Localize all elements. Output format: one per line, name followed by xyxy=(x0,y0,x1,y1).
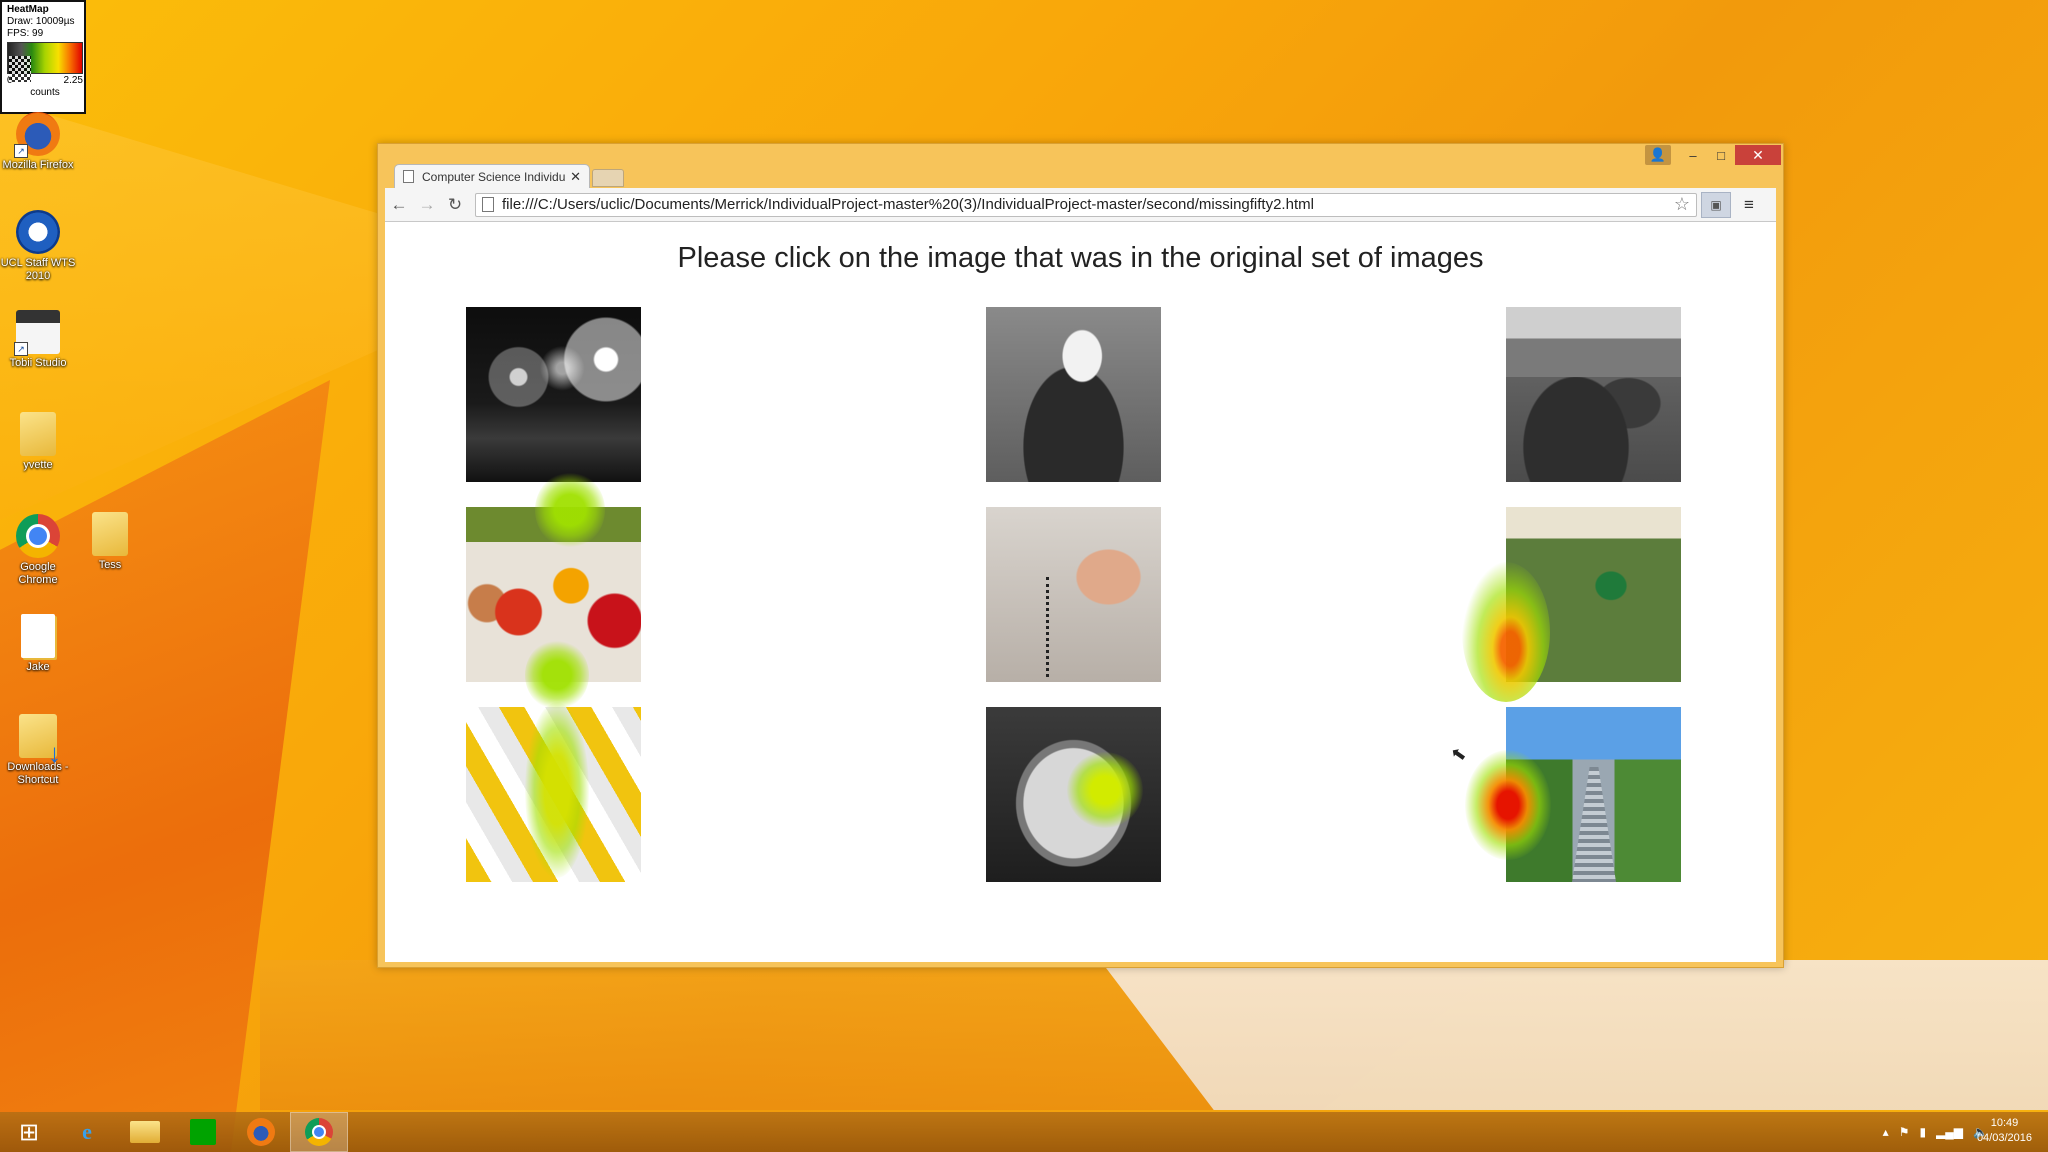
desktop-icon-chrome[interactable]: Google Chrome xyxy=(0,514,76,587)
desktop-icon-label: Tobii Studio xyxy=(9,357,67,369)
maximize-button[interactable]: □ xyxy=(1707,145,1735,165)
desktop-icon-jake[interactable]: Jake xyxy=(0,614,76,674)
remote-desktop-icon xyxy=(16,210,60,254)
taskbar: ⊞ e ▴ ⚑ ▮ ▂▄▆ 🔈 10:49 04/03/2016 xyxy=(0,1112,2048,1152)
desktop-icon-downloads[interactable]: Downloads - Shortcut xyxy=(0,714,76,787)
bookmark-star-icon[interactable]: ☆ xyxy=(1674,194,1690,215)
system-tray: ▴ ⚑ ▮ ▂▄▆ 🔈 xyxy=(1883,1112,1988,1152)
reload-icon[interactable]: ↻ xyxy=(441,195,469,215)
taskbar-chrome[interactable] xyxy=(290,1112,348,1152)
internet-explorer-icon: e xyxy=(82,1119,92,1144)
folder-icon xyxy=(20,412,56,456)
desktop-icon-firefox[interactable]: ↗ Mozilla Firefox xyxy=(0,112,76,172)
desktop-wallpaper-shape xyxy=(1100,960,2048,1110)
image-fireworks[interactable] xyxy=(466,307,641,482)
heatmap-range-max: 2.25 xyxy=(63,75,83,86)
tobii-studio-icon: ↗ xyxy=(14,310,60,356)
document-icon xyxy=(21,614,55,658)
clock-date: 04/03/2016 xyxy=(1976,1132,2032,1144)
url-text: file:///C:/Users/uclic/Documents/Merrick… xyxy=(502,196,1314,213)
heatmap-transparency-swatch xyxy=(9,56,31,82)
minimize-button[interactable]: – xyxy=(1679,145,1707,165)
desktop-icon-label: yvette xyxy=(23,459,53,471)
folder-icon xyxy=(92,512,128,556)
chrome-icon xyxy=(16,514,60,558)
profile-button[interactable]: 👤 xyxy=(1645,145,1671,165)
page-content: Please click on the image that was in th… xyxy=(385,222,1776,962)
windows-start-button[interactable]: ⊞ xyxy=(0,1112,58,1152)
clock-time: 10:49 xyxy=(1990,1117,2019,1129)
image-eagle[interactable] xyxy=(986,307,1161,482)
user-icon: 👤 xyxy=(1649,147,1667,162)
back-arrow-icon[interactable]: ← xyxy=(385,195,413,215)
file-explorer-icon xyxy=(130,1121,160,1143)
desktop-icon-tobii[interactable]: ↗ Tobii Studio xyxy=(0,310,76,370)
image-vegetables[interactable] xyxy=(466,507,641,682)
taskbar-firefox[interactable] xyxy=(232,1112,290,1152)
heatmap-draw-time: Draw: 10009µs xyxy=(7,16,75,27)
close-button[interactable]: ✕ xyxy=(1735,145,1781,165)
tab-active[interactable]: Computer Science Individu ✕ xyxy=(394,164,590,188)
desktop-icon-label: Downloads - Shortcut xyxy=(7,761,69,786)
menu-icon[interactable]: ≡ xyxy=(1735,195,1763,215)
firefox-icon: ↗ xyxy=(14,112,60,158)
page-icon xyxy=(482,197,494,212)
heatmap-title: HeatMap xyxy=(7,4,49,15)
flag-icon[interactable]: ⚑ xyxy=(1899,1125,1910,1139)
downloads-folder-icon xyxy=(19,714,61,760)
address-bar[interactable]: file:///C:/Users/uclic/Documents/Merrick… xyxy=(475,192,1697,217)
image-hand-with-cable[interactable] xyxy=(986,507,1161,682)
taskbar-clock[interactable]: 10:49 04/03/2016 xyxy=(1977,1116,2032,1146)
tab-close-icon[interactable]: ✕ xyxy=(570,169,581,185)
desktop-icon-yvette[interactable]: yvette xyxy=(0,412,76,472)
heatmap-fps: FPS: 99 xyxy=(7,28,44,39)
desktop-icon-ucl-staff[interactable]: UCL Staff WTS 2010 xyxy=(0,210,76,283)
browser-window: 👤 – □ ✕ Computer Science Individu ✕ ← → … xyxy=(377,143,1784,968)
chrome-icon xyxy=(305,1118,333,1146)
tab-title: Computer Science Individu xyxy=(422,169,566,184)
image-measuring-tape[interactable] xyxy=(466,707,641,882)
image-sea-stacks[interactable] xyxy=(1506,307,1681,482)
window-controls: 👤 – □ ✕ xyxy=(1645,145,1781,167)
heatmap-unit: counts xyxy=(30,87,60,98)
page-heading: Please click on the image that was in th… xyxy=(677,242,1484,274)
image-park-stairs[interactable] xyxy=(1506,707,1681,882)
signal-icon[interactable]: ▂▄▆ xyxy=(1936,1125,1963,1139)
desktop-icon-label: Mozilla Firefox xyxy=(2,159,74,171)
image-boy-football[interactable] xyxy=(1506,507,1681,682)
desktop-icon-label: UCL Staff WTS 2010 xyxy=(0,257,76,282)
forward-arrow-icon[interactable]: → xyxy=(413,195,441,215)
desktop-icon-label: Google Chrome xyxy=(18,561,58,586)
taskbar-file-explorer[interactable] xyxy=(116,1112,174,1152)
store-icon xyxy=(190,1119,216,1145)
page-icon xyxy=(403,170,414,183)
network-icon[interactable]: ▮ xyxy=(1919,1125,1926,1139)
desktop-icon-label: Jake xyxy=(26,661,50,673)
desktop-icon-tess[interactable]: Tess xyxy=(72,512,148,572)
firefox-icon xyxy=(247,1118,275,1146)
new-tab-button[interactable] xyxy=(592,169,624,187)
image-pizza[interactable] xyxy=(986,707,1161,882)
extension-icon[interactable]: ▣ xyxy=(1701,191,1731,218)
heatmap-legend: HeatMap Draw: 10009µs FPS: 99 0 2.25 cou… xyxy=(0,0,86,114)
taskbar-internet-explorer[interactable]: e xyxy=(58,1112,116,1152)
browser-toolbar: ← → ↻ file:///C:/Users/uclic/Documents/M… xyxy=(385,188,1776,222)
desktop-icon-label: Tess xyxy=(98,559,122,571)
windows-logo-icon: ⊞ xyxy=(18,1118,40,1146)
show-hidden-icons-icon[interactable]: ▴ xyxy=(1883,1125,1889,1139)
taskbar-store[interactable] xyxy=(174,1112,232,1152)
